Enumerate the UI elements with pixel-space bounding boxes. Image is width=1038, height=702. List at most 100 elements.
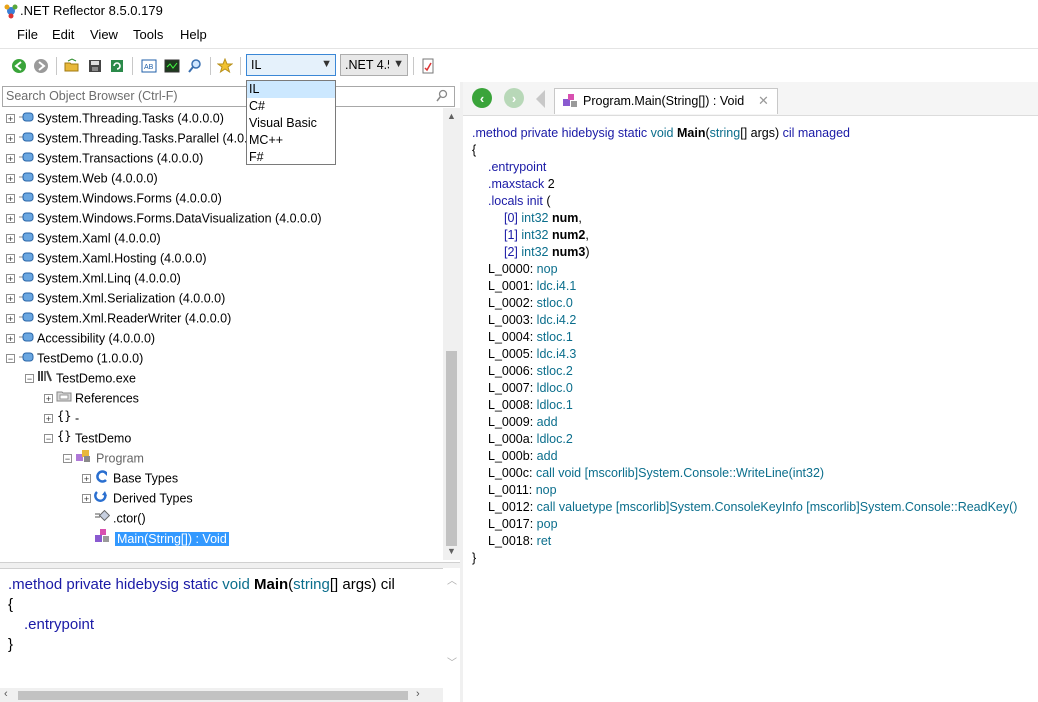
scroll-down-icon[interactable]: ▼ (447, 546, 456, 556)
il-instruction: L_0008: ldloc.1 (488, 398, 573, 412)
vertical-splitter[interactable] (460, 82, 463, 702)
assembly-icon (18, 269, 34, 289)
tree-node[interactable]: + Base Types (82, 468, 178, 488)
refresh-icon[interactable] (108, 57, 126, 75)
menu-edit[interactable]: Edit (52, 27, 74, 42)
il-instruction: L_0001: ldc.i4.1 (488, 279, 577, 293)
tree-node[interactable]: + System.Xaml (4.0.0.0) (6, 228, 161, 248)
expand-icon[interactable]: + (6, 294, 15, 304)
report-icon[interactable] (419, 57, 437, 75)
menu-tools[interactable]: Tools (133, 27, 163, 42)
expand-icon[interactable]: + (6, 114, 15, 124)
collapse-icon[interactable]: − (25, 374, 34, 384)
language-select-value: IL (251, 58, 262, 72)
scroll-thumb[interactable] (446, 351, 457, 546)
menu-file[interactable]: File (17, 27, 38, 42)
tree-node[interactable]: + References (44, 388, 139, 408)
chevron-down-icon[interactable]: ﹀ (447, 654, 457, 669)
tree-node[interactable]: − TestDemo (1.0.0.0) (6, 348, 143, 368)
expand-icon[interactable]: + (6, 194, 15, 204)
expand-icon[interactable]: + (6, 334, 15, 344)
preview-vertical-scrollbar[interactable]: ︿ ﹀ (443, 568, 460, 688)
expand-icon[interactable]: + (6, 234, 15, 244)
tree-node[interactable]: Main(String[]) : Void (82, 528, 229, 548)
collapse-icon[interactable]: − (6, 354, 15, 364)
tree-node-label: System.Threading.Tasks.Parallel (4.0.0.0… (37, 131, 270, 146)
tree-node[interactable]: + System.Web (4.0.0.0) (6, 168, 158, 188)
back-icon[interactable] (10, 57, 28, 75)
close-icon[interactable]: ✕ (758, 93, 769, 109)
tree-node[interactable]: + System.Transactions (4.0.0.0) (6, 148, 203, 168)
expand-icon[interactable]: + (82, 494, 91, 504)
tree-node[interactable]: + {} - (44, 408, 79, 428)
language-select[interactable]: IL ▼ (246, 54, 336, 76)
chevron-right-icon[interactable]: › (416, 688, 420, 700)
tree-node[interactable]: − Program (63, 448, 144, 468)
tree-node[interactable]: −{} TestDemo (44, 428, 131, 448)
expand-icon[interactable]: + (44, 394, 53, 404)
tree-node[interactable]: + System.Xml.ReaderWriter (4.0.0.0) (6, 308, 231, 328)
il-instruction: L_0012: call valuetype [mscorlib]System.… (488, 500, 1018, 514)
code-view: .method private hidebysig static void Ma… (472, 125, 1038, 685)
tree-node-label: Base Types (113, 471, 179, 486)
local-declaration: [0] int32 num, (504, 211, 582, 225)
tree-node[interactable]: − TestDemo.exe (25, 368, 136, 388)
magnifier-icon[interactable] (435, 89, 449, 106)
chevron-left-icon[interactable]: ‹ (4, 688, 8, 700)
disassembler-icon[interactable] (163, 57, 181, 75)
assembly-icon (18, 109, 34, 129)
tree-node[interactable]: + System.Xml.Serialization (4.0.0.0) (6, 288, 225, 308)
toolbar-separator (240, 57, 241, 75)
references-folder-icon (56, 389, 72, 409)
expand-icon[interactable]: + (44, 414, 53, 424)
save-icon[interactable] (86, 57, 104, 75)
tree-node[interactable]: + System.Windows.Forms (4.0.0.0) (6, 188, 222, 208)
expand-icon[interactable]: + (82, 474, 91, 484)
scroll-thumb[interactable] (18, 691, 408, 700)
preview-horizontal-scrollbar[interactable]: ‹ › (0, 688, 443, 702)
tree-node[interactable]: + System.Xml.Linq (4.0.0.0) (6, 268, 181, 288)
preview-line: { (8, 596, 14, 613)
chevron-down-icon: ▼ (393, 58, 404, 70)
language-option-csharp[interactable]: C# (247, 98, 335, 115)
language-option-il[interactable]: IL (247, 81, 335, 98)
framework-select[interactable]: .NET 4.5 ▼ (340, 54, 408, 76)
expand-icon[interactable]: + (6, 174, 15, 184)
tree-node[interactable]: + Accessibility (4.0.0.0) (6, 328, 155, 348)
tab-scroll-left-icon[interactable] (536, 90, 545, 108)
tree-vertical-scrollbar[interactable]: ▲ ▼ (443, 108, 460, 560)
expand-icon[interactable]: + (6, 274, 15, 284)
doc-forward-icon[interactable]: › (504, 88, 524, 108)
language-option-mcpp[interactable]: MC++ (247, 132, 335, 149)
tree-node[interactable]: + System.Threading.Tasks (4.0.0.0) (6, 108, 224, 128)
expand-icon[interactable]: + (6, 314, 15, 324)
tree-node[interactable]: + System.Windows.Forms.DataVisualization … (6, 208, 322, 228)
analyzer-icon[interactable]: AB (140, 57, 158, 75)
menu-view[interactable]: View (90, 27, 118, 42)
toolbar-separator (132, 57, 133, 75)
module-icon (37, 369, 53, 389)
code-line: { (472, 143, 477, 157)
doc-back-icon[interactable]: ‹ (472, 88, 492, 108)
open-folder-icon[interactable] (63, 57, 81, 75)
tab-program-main[interactable]: Program.Main(String[]) : Void ✕ (554, 88, 778, 114)
expand-icon[interactable]: + (6, 154, 15, 164)
tree-node[interactable]: + Derived Types (82, 488, 193, 508)
menu-help[interactable]: Help (180, 27, 207, 42)
forward-icon[interactable] (32, 57, 50, 75)
bookmark-star-icon[interactable] (216, 57, 234, 75)
tree-node[interactable]: .ctor() (82, 508, 146, 528)
expand-icon[interactable]: + (6, 214, 15, 224)
expand-icon[interactable]: + (6, 134, 15, 144)
tree-node[interactable]: + System.Xaml.Hosting (4.0.0.0) (6, 248, 207, 268)
scroll-up-icon[interactable]: ▲ (447, 111, 456, 121)
language-option-vb[interactable]: Visual Basic (247, 115, 335, 132)
language-option-fsharp[interactable]: F# (247, 149, 335, 166)
collapse-icon[interactable]: − (44, 434, 53, 444)
search-input[interactable]: Search Object Browser (Ctrl-F) (2, 86, 455, 107)
expand-icon[interactable]: + (6, 254, 15, 264)
search-icon[interactable] (186, 57, 204, 75)
collapse-icon[interactable]: − (63, 454, 72, 464)
tree-node[interactable]: + System.Threading.Tasks.Parallel (4.0.0.… (6, 128, 269, 148)
chevron-up-icon[interactable]: ︿ (447, 572, 457, 587)
